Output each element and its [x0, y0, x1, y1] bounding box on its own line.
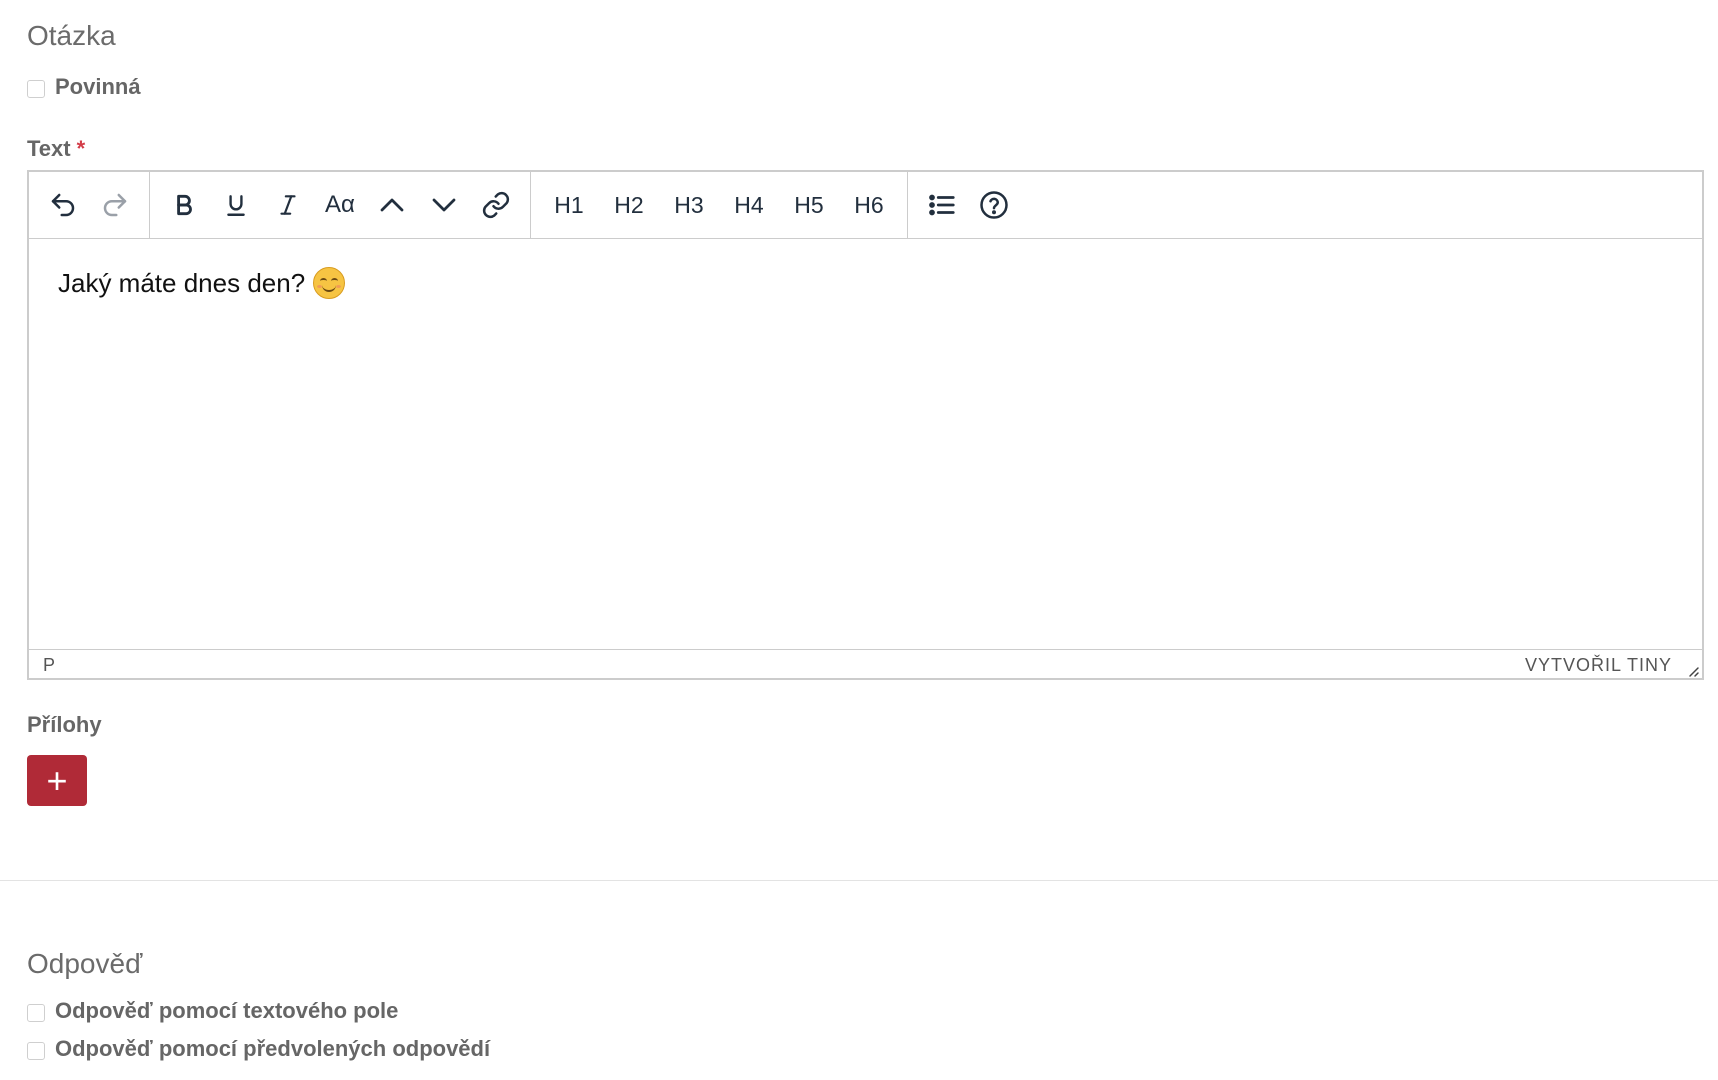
italic-icon: [280, 195, 296, 215]
heading-h5-button[interactable]: H5: [779, 182, 839, 228]
required-checkbox-label: Povinná: [55, 74, 141, 99]
attachments-label: Přílohy: [27, 712, 102, 737]
bold-button[interactable]: [158, 182, 210, 228]
required-checkbox-row[interactable]: Povinná: [27, 74, 141, 100]
bullet-list-icon: [929, 194, 955, 216]
redo-icon: [103, 193, 127, 217]
answer-option-predefined-row[interactable]: Odpověď pomocí předvolených odpovědí: [27, 1036, 490, 1062]
required-checkbox[interactable]: [27, 80, 45, 98]
chevron-up-icon: [380, 198, 404, 212]
misc-group: [908, 172, 1028, 238]
superscript-button[interactable]: [366, 182, 418, 228]
add-attachment-button[interactable]: +: [27, 755, 87, 806]
heading-h6-button[interactable]: H6: [839, 182, 899, 228]
required-marker: *: [76, 136, 86, 161]
undo-icon: [51, 193, 75, 217]
editor-text: Jaký máte dnes den?: [58, 268, 306, 298]
smiling-face-icon: [313, 267, 346, 299]
tiny-branding-link[interactable]: VYTVOŘIL TINY: [1525, 655, 1672, 676]
history-group: [29, 172, 150, 238]
heading-h1-button[interactable]: H1: [539, 182, 599, 228]
answer-option-predefined-label: Odpověď pomocí předvolených odpovědí: [55, 1036, 491, 1061]
question-section-title: Otázka: [27, 20, 116, 51]
font-size-label: Aα: [325, 191, 355, 218]
editor-content-area[interactable]: Jaký máte dnes den?: [29, 239, 1702, 649]
editor-toolbar: Aα H1 H2 H3 H4 H5 H6: [29, 172, 1702, 239]
headings-group: H1 H2 H3 H4 H5 H6: [531, 172, 908, 238]
undo-button[interactable]: [37, 182, 89, 228]
link-button[interactable]: [470, 182, 522, 228]
italic-button[interactable]: [262, 182, 314, 228]
editor-statusbar: P VYTVOŘIL TINY: [29, 649, 1702, 680]
editor-paragraph[interactable]: Jaký máte dnes den?: [58, 267, 346, 299]
redo-button[interactable]: [89, 182, 141, 228]
link-icon: [482, 191, 510, 219]
answer-option-text-field-checkbox[interactable]: [27, 1004, 45, 1022]
answer-option-text-field-label: Odpověď pomocí textového pole: [55, 998, 399, 1023]
bullet-list-button[interactable]: [916, 182, 968, 228]
answer-option-text-field-row[interactable]: Odpověď pomocí textového pole: [27, 998, 398, 1024]
heading-h2-button[interactable]: H2: [599, 182, 659, 228]
bold-icon: [177, 194, 192, 216]
section-divider: [0, 880, 1718, 881]
underline-icon: [227, 195, 245, 216]
help-button[interactable]: [968, 182, 1020, 228]
text-field-label: Text *: [27, 136, 85, 162]
chevron-down-icon: [432, 198, 456, 212]
element-path[interactable]: P: [43, 655, 55, 676]
subscript-button[interactable]: [418, 182, 470, 228]
text-field-label-text: Text: [27, 136, 71, 161]
font-size-button[interactable]: Aα: [314, 182, 366, 228]
rich-text-editor: Aα H1 H2 H3 H4 H5 H6 Jaký máte dnes den?…: [27, 170, 1704, 680]
heading-h3-button[interactable]: H3: [659, 182, 719, 228]
answer-option-predefined-checkbox[interactable]: [27, 1042, 45, 1060]
heading-h4-button[interactable]: H4: [719, 182, 779, 228]
underline-button[interactable]: [210, 182, 262, 228]
answer-section-title: Odpověď: [27, 948, 143, 979]
help-icon: [980, 191, 1008, 219]
formatting-group: Aα: [150, 172, 531, 238]
plus-icon: +: [46, 759, 68, 801]
resize-handle-icon[interactable]: [1684, 662, 1700, 678]
